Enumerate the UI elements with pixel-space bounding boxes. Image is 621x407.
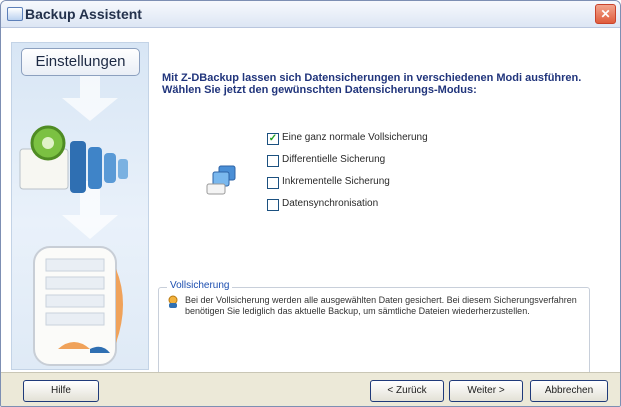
option-label: Datensynchronisation: [282, 198, 379, 209]
window-title: Backup Assistent: [25, 6, 142, 22]
backup-mode-icon: [206, 165, 236, 195]
sidebar-illustration: [19, 61, 128, 366]
sidebar-panel: [11, 42, 149, 370]
checkbox-full-backup[interactable]: ✓: [267, 133, 279, 145]
back-button[interactable]: < Zurück: [370, 380, 444, 402]
file-icon: [118, 159, 128, 179]
gear-center: [42, 137, 54, 149]
title-bar: Backup Assistent ✕: [1, 1, 620, 28]
checkbox-differential[interactable]: [267, 155, 279, 167]
instruction-header: Mit Z-DBackup lassen sich Datensicherung…: [162, 72, 602, 96]
instruction-line-2: Wählen Sie jetzt den gewünschten Datensi…: [162, 84, 477, 96]
checkbox-sync[interactable]: [267, 199, 279, 211]
next-button[interactable]: Weiter >: [449, 380, 523, 402]
help-button[interactable]: Hilfe: [23, 380, 99, 402]
window-icon: [7, 7, 23, 21]
file-icon: [88, 147, 102, 189]
file-icon: [104, 153, 116, 183]
option-label: Eine ganz normale Vollsicherung: [282, 132, 428, 143]
main-content: Einstellungen Mit Z-DBackup lassen sich …: [1, 28, 620, 381]
info-person-icon: [168, 295, 178, 308]
button-bar: Hilfe < Zurück Weiter > Abbrechen: [1, 372, 620, 406]
instruction-line-1: Mit Z-DBackup lassen sich Datensicherung…: [162, 72, 582, 84]
checkbox-incremental[interactable]: [267, 177, 279, 189]
file-icon: [70, 141, 86, 193]
backup-assistant-window: Backup Assistent ✕ Einstellungen Mit Z-D…: [0, 0, 621, 407]
close-button[interactable]: ✕: [595, 4, 616, 24]
cancel-button[interactable]: Abbrechen: [530, 380, 608, 402]
option-label: Inkrementelle Sicherung: [282, 176, 390, 187]
info-description: Bei der Vollsicherung werden alle ausgew…: [185, 295, 577, 316]
device-accent: [116, 269, 123, 343]
option-label: Differentielle Sicherung: [282, 154, 386, 165]
info-title: Vollsicherung: [167, 280, 233, 291]
step-einstellungen: Einstellungen: [21, 48, 140, 76]
